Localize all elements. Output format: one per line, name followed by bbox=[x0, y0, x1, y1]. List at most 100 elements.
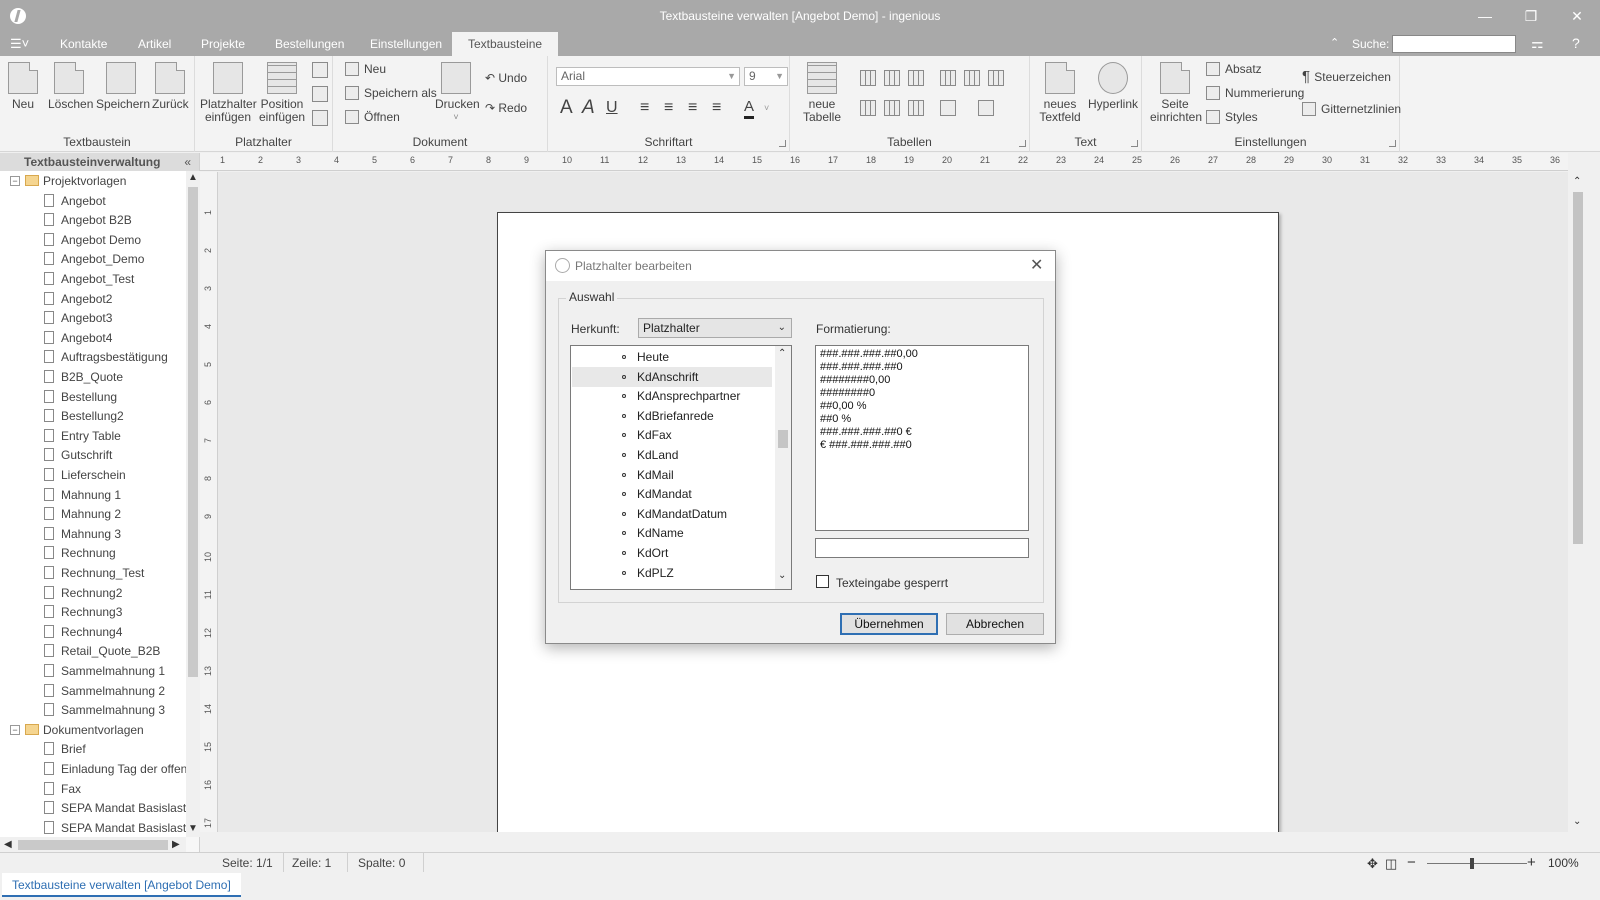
tab-projekte[interactable]: Projekte bbox=[185, 32, 261, 56]
template-tree[interactable]: − Projektvorlagen Angebot Angebot B2B Angebo… bbox=[0, 171, 186, 837]
dialog-launcher-icon[interactable] bbox=[1131, 140, 1138, 147]
scroll-down-icon[interactable]: ⌄ bbox=[778, 570, 786, 581]
speichern-als-button[interactable]: Speichern als bbox=[345, 83, 437, 103]
oeffnen-button[interactable]: Öffnen bbox=[345, 107, 400, 127]
neue-tabelle-button[interactable]: neue Tabelle bbox=[802, 62, 842, 124]
borders-icon[interactable] bbox=[978, 100, 994, 116]
styles-button[interactable]: Styles bbox=[1206, 107, 1258, 127]
scroll-right-icon[interactable]: ▶ bbox=[172, 839, 180, 850]
scroll-up-icon[interactable]: ⌃ bbox=[778, 348, 786, 359]
dokument-neu-button[interactable]: Neu bbox=[345, 59, 386, 79]
align-center-icon[interactable]: ≡ bbox=[664, 98, 673, 118]
underline-button[interactable]: U bbox=[606, 98, 618, 118]
copy-field-icon[interactable] bbox=[312, 86, 328, 102]
nummerierung-button[interactable]: Nummerierung bbox=[1206, 83, 1304, 103]
restore-button[interactable]: ❐ bbox=[1508, 0, 1554, 32]
scrollbar-thumb[interactable] bbox=[1573, 192, 1583, 544]
dialog-launcher-icon[interactable] bbox=[779, 140, 786, 147]
scrollbar-thumb[interactable] bbox=[188, 187, 198, 677]
drucken-button[interactable]: Drucken ˅ bbox=[435, 62, 480, 124]
fit-page-icon[interactable]: ✥ bbox=[1367, 856, 1378, 872]
fill-color-icon[interactable] bbox=[940, 100, 956, 116]
tab-einstellungen[interactable]: Einstellungen bbox=[354, 32, 458, 56]
dialog-launcher-icon[interactable] bbox=[1389, 140, 1396, 147]
scroll-down-icon[interactable]: ▼ bbox=[188, 823, 198, 834]
scroll-left-icon[interactable]: ◀ bbox=[4, 839, 12, 850]
insert-row-above-icon[interactable] bbox=[860, 100, 876, 116]
align-left-icon[interactable]: ≡ bbox=[640, 98, 649, 118]
position-einfuegen-button[interactable]: Position einfügen bbox=[259, 62, 305, 124]
sidebar-vertical-scrollbar[interactable]: ▲ ▼ bbox=[186, 171, 200, 837]
texteingabe-gesperrt-checkbox[interactable] bbox=[816, 575, 829, 588]
tab-artikel[interactable]: Artikel bbox=[122, 32, 187, 56]
tab-bestellungen[interactable]: Bestellungen bbox=[259, 32, 360, 56]
delete-column-icon[interactable] bbox=[908, 70, 924, 86]
font-size-select[interactable]: 9 ▼ bbox=[744, 67, 788, 86]
list-item[interactable]: Heute bbox=[572, 347, 772, 367]
herkunft-select[interactable]: Platzhalter ⌄ bbox=[638, 318, 792, 338]
neu-button[interactable]: Neu bbox=[8, 62, 38, 111]
speichern-button[interactable]: Speichern bbox=[96, 62, 150, 111]
list-item[interactable]: KdBriefanrede bbox=[572, 406, 772, 426]
hash-field-icon[interactable] bbox=[312, 62, 328, 78]
scrollbar-thumb[interactable] bbox=[18, 840, 168, 850]
format-input[interactable] bbox=[815, 538, 1029, 558]
zurueck-button[interactable]: Zurück bbox=[152, 62, 189, 111]
zoom-out-icon[interactable]: − bbox=[1407, 854, 1416, 871]
zoom-slider-knob[interactable] bbox=[1470, 858, 1474, 869]
uebernehmen-button[interactable]: Übernehmen bbox=[840, 613, 938, 635]
list-item[interactable]: KdMail bbox=[572, 465, 772, 485]
chevron-down-icon[interactable]: ˅ bbox=[764, 98, 769, 118]
steuerzeichen-button[interactable]: ¶ Steuerzeichen bbox=[1302, 67, 1391, 87]
redo-button[interactable]: ↷ Redo bbox=[485, 98, 527, 118]
collapse-icon[interactable]: − bbox=[10, 176, 20, 186]
format-item[interactable]: ##0 % bbox=[820, 413, 1024, 426]
page-break-icon[interactable] bbox=[312, 110, 328, 126]
dialog-launcher-icon[interactable] bbox=[1019, 140, 1026, 147]
list-item[interactable]: KdMandat bbox=[572, 484, 772, 504]
list-item[interactable]: KdName bbox=[572, 523, 772, 543]
insert-column-right-icon[interactable] bbox=[884, 70, 900, 86]
scrollbar-thumb[interactable] bbox=[778, 430, 788, 448]
scroll-up-icon[interactable]: ⌃ bbox=[1573, 176, 1581, 187]
search-input[interactable] bbox=[1392, 35, 1516, 53]
placeholder-list[interactable]: Heute KdAnschrift KdAnsprechpartner KdBrief… bbox=[570, 345, 792, 590]
bold-button[interactable]: A bbox=[560, 98, 573, 118]
format-item[interactable]: ########0,00 bbox=[820, 374, 1024, 387]
close-button[interactable]: ✕ bbox=[1554, 0, 1600, 32]
list-item[interactable]: KdOrt bbox=[572, 543, 772, 563]
list-item[interactable]: KdMandatDatum bbox=[572, 504, 772, 524]
sidebar-horizontal-scrollbar[interactable]: ◀ ▶ bbox=[0, 837, 186, 853]
format-item[interactable]: ###.###.###.##0 bbox=[820, 361, 1024, 374]
collapse-icon[interactable]: − bbox=[10, 724, 20, 735]
scroll-up-icon[interactable]: ▲ bbox=[188, 172, 198, 183]
list-item[interactable]: KdAnschrift bbox=[572, 366, 772, 387]
format-list[interactable]: ###.###.###.##0,00 ###.###.###.##0 #######… bbox=[815, 345, 1029, 531]
format-item[interactable]: € ###.###.###.##0 bbox=[820, 439, 1024, 452]
fit-width-icon[interactable]: ◫ bbox=[1385, 856, 1397, 872]
table-properties-icon[interactable] bbox=[940, 70, 956, 86]
undo-button[interactable]: ↶ Undo bbox=[485, 68, 527, 88]
seite-einrichten-button[interactable]: Seite einrichten bbox=[1150, 62, 1202, 124]
hyperlink-button[interactable]: Hyperlink bbox=[1088, 62, 1138, 111]
align-right-icon[interactable]: ≡ bbox=[688, 98, 697, 118]
format-item[interactable]: ###.###.###.##0 € bbox=[820, 426, 1024, 439]
align-justify-icon[interactable]: ≡ bbox=[712, 98, 721, 118]
file-menu-icon[interactable]: ☰˅ bbox=[10, 36, 32, 52]
gitternetzlinien-button[interactable]: Gitternetzlinien bbox=[1302, 99, 1401, 119]
list-item[interactable]: KdAnsprechpartner bbox=[572, 386, 772, 406]
italic-button[interactable]: A bbox=[582, 98, 595, 118]
horizontal-ruler[interactable]: 1 2 3 4 5 6 7 8 9 10 11 12 13 14 15 16 17 18 19 20 21 22 23 24 2… bbox=[200, 153, 1568, 171]
loeschen-button[interactable]: Löschen bbox=[48, 62, 93, 111]
format-item[interactable]: ##0,00 % bbox=[820, 400, 1024, 413]
options-icon[interactable]: ⚎ bbox=[1531, 35, 1544, 52]
list-scrollbar[interactable]: ⌃ ⌄ bbox=[775, 346, 791, 589]
tab-textbausteine[interactable]: Textbausteine bbox=[452, 32, 559, 56]
list-item[interactable]: KdFax bbox=[572, 425, 772, 445]
merge-cells-icon[interactable] bbox=[964, 70, 980, 86]
abbrechen-button[interactable]: Abbrechen bbox=[946, 613, 1044, 635]
absatz-button[interactable]: Absatz bbox=[1206, 59, 1262, 79]
list-item[interactable]: KdPLZ bbox=[572, 563, 772, 583]
insert-row-below-icon[interactable] bbox=[884, 100, 900, 116]
help-icon[interactable]: ? bbox=[1572, 35, 1580, 51]
